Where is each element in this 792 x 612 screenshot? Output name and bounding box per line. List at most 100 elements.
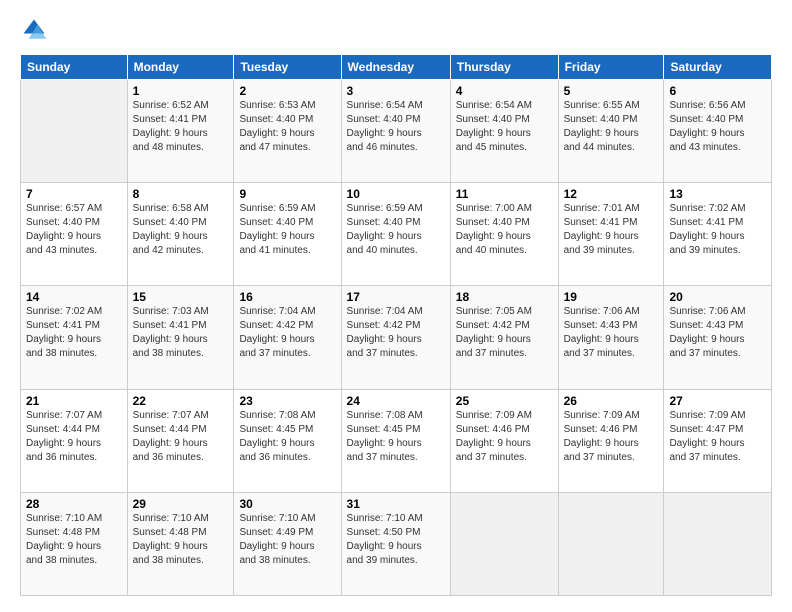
day-number: 20: [669, 290, 766, 304]
day-number: 19: [564, 290, 659, 304]
day-number: 11: [456, 187, 553, 201]
day-info: Sunrise: 7:04 AM Sunset: 4:42 PM Dayligh…: [239, 305, 335, 361]
day-info: Sunrise: 7:10 AM Sunset: 4:48 PM Dayligh…: [26, 512, 122, 568]
day-info: Sunrise: 6:52 AM Sunset: 4:41 PM Dayligh…: [133, 99, 229, 155]
day-cell: 7Sunrise: 6:57 AM Sunset: 4:40 PM Daylig…: [21, 183, 128, 286]
day-cell: 5Sunrise: 6:55 AM Sunset: 4:40 PM Daylig…: [558, 80, 664, 183]
day-cell: 30Sunrise: 7:10 AM Sunset: 4:49 PM Dayli…: [234, 492, 341, 595]
day-cell: 19Sunrise: 7:06 AM Sunset: 4:43 PM Dayli…: [558, 286, 664, 389]
day-cell: 24Sunrise: 7:08 AM Sunset: 4:45 PM Dayli…: [341, 389, 450, 492]
day-cell: [450, 492, 558, 595]
day-cell: 28Sunrise: 7:10 AM Sunset: 4:48 PM Dayli…: [21, 492, 128, 595]
day-cell: 26Sunrise: 7:09 AM Sunset: 4:46 PM Dayli…: [558, 389, 664, 492]
day-cell: 9Sunrise: 6:59 AM Sunset: 4:40 PM Daylig…: [234, 183, 341, 286]
day-info: Sunrise: 7:06 AM Sunset: 4:43 PM Dayligh…: [564, 305, 659, 361]
weekday-header-thursday: Thursday: [450, 55, 558, 80]
week-row-1: 1Sunrise: 6:52 AM Sunset: 4:41 PM Daylig…: [21, 80, 772, 183]
weekday-header-wednesday: Wednesday: [341, 55, 450, 80]
day-cell: 13Sunrise: 7:02 AM Sunset: 4:41 PM Dayli…: [664, 183, 772, 286]
day-info: Sunrise: 6:59 AM Sunset: 4:40 PM Dayligh…: [239, 202, 335, 258]
day-cell: [664, 492, 772, 595]
day-number: 30: [239, 497, 335, 511]
logo-icon: [20, 16, 48, 44]
page: SundayMondayTuesdayWednesdayThursdayFrid…: [0, 0, 792, 612]
day-number: 12: [564, 187, 659, 201]
day-number: 21: [26, 394, 122, 408]
day-cell: 12Sunrise: 7:01 AM Sunset: 4:41 PM Dayli…: [558, 183, 664, 286]
day-cell: 23Sunrise: 7:08 AM Sunset: 4:45 PM Dayli…: [234, 389, 341, 492]
day-info: Sunrise: 6:58 AM Sunset: 4:40 PM Dayligh…: [133, 202, 229, 258]
day-cell: 4Sunrise: 6:54 AM Sunset: 4:40 PM Daylig…: [450, 80, 558, 183]
day-info: Sunrise: 7:09 AM Sunset: 4:47 PM Dayligh…: [669, 409, 766, 465]
day-number: 18: [456, 290, 553, 304]
day-info: Sunrise: 7:06 AM Sunset: 4:43 PM Dayligh…: [669, 305, 766, 361]
day-info: Sunrise: 7:10 AM Sunset: 4:48 PM Dayligh…: [133, 512, 229, 568]
day-info: Sunrise: 7:05 AM Sunset: 4:42 PM Dayligh…: [456, 305, 553, 361]
day-cell: 18Sunrise: 7:05 AM Sunset: 4:42 PM Dayli…: [450, 286, 558, 389]
day-number: 15: [133, 290, 229, 304]
day-number: 6: [669, 84, 766, 98]
logo: [20, 16, 52, 44]
day-number: 29: [133, 497, 229, 511]
day-info: Sunrise: 7:00 AM Sunset: 4:40 PM Dayligh…: [456, 202, 553, 258]
day-info: Sunrise: 6:57 AM Sunset: 4:40 PM Dayligh…: [26, 202, 122, 258]
day-cell: 29Sunrise: 7:10 AM Sunset: 4:48 PM Dayli…: [127, 492, 234, 595]
day-cell: 16Sunrise: 7:04 AM Sunset: 4:42 PM Dayli…: [234, 286, 341, 389]
day-cell: 15Sunrise: 7:03 AM Sunset: 4:41 PM Dayli…: [127, 286, 234, 389]
day-cell: 10Sunrise: 6:59 AM Sunset: 4:40 PM Dayli…: [341, 183, 450, 286]
week-row-5: 28Sunrise: 7:10 AM Sunset: 4:48 PM Dayli…: [21, 492, 772, 595]
day-info: Sunrise: 7:08 AM Sunset: 4:45 PM Dayligh…: [239, 409, 335, 465]
day-cell: 3Sunrise: 6:54 AM Sunset: 4:40 PM Daylig…: [341, 80, 450, 183]
day-number: 26: [564, 394, 659, 408]
day-info: Sunrise: 7:02 AM Sunset: 4:41 PM Dayligh…: [669, 202, 766, 258]
day-cell: 11Sunrise: 7:00 AM Sunset: 4:40 PM Dayli…: [450, 183, 558, 286]
day-cell: 20Sunrise: 7:06 AM Sunset: 4:43 PM Dayli…: [664, 286, 772, 389]
weekday-header-monday: Monday: [127, 55, 234, 80]
day-number: 28: [26, 497, 122, 511]
day-number: 5: [564, 84, 659, 98]
weekday-header-saturday: Saturday: [664, 55, 772, 80]
day-number: 22: [133, 394, 229, 408]
day-cell: 6Sunrise: 6:56 AM Sunset: 4:40 PM Daylig…: [664, 80, 772, 183]
day-number: 31: [347, 497, 445, 511]
day-number: 3: [347, 84, 445, 98]
day-info: Sunrise: 7:07 AM Sunset: 4:44 PM Dayligh…: [133, 409, 229, 465]
day-info: Sunrise: 7:10 AM Sunset: 4:50 PM Dayligh…: [347, 512, 445, 568]
day-number: 4: [456, 84, 553, 98]
day-info: Sunrise: 7:01 AM Sunset: 4:41 PM Dayligh…: [564, 202, 659, 258]
day-info: Sunrise: 6:53 AM Sunset: 4:40 PM Dayligh…: [239, 99, 335, 155]
day-number: 24: [347, 394, 445, 408]
day-cell: 21Sunrise: 7:07 AM Sunset: 4:44 PM Dayli…: [21, 389, 128, 492]
week-row-2: 7Sunrise: 6:57 AM Sunset: 4:40 PM Daylig…: [21, 183, 772, 286]
day-info: Sunrise: 7:07 AM Sunset: 4:44 PM Dayligh…: [26, 409, 122, 465]
day-number: 2: [239, 84, 335, 98]
day-cell: 14Sunrise: 7:02 AM Sunset: 4:41 PM Dayli…: [21, 286, 128, 389]
day-number: 27: [669, 394, 766, 408]
day-info: Sunrise: 6:56 AM Sunset: 4:40 PM Dayligh…: [669, 99, 766, 155]
day-info: Sunrise: 7:09 AM Sunset: 4:46 PM Dayligh…: [456, 409, 553, 465]
day-number: 23: [239, 394, 335, 408]
day-number: 10: [347, 187, 445, 201]
day-info: Sunrise: 7:03 AM Sunset: 4:41 PM Dayligh…: [133, 305, 229, 361]
day-cell: [558, 492, 664, 595]
day-info: Sunrise: 6:54 AM Sunset: 4:40 PM Dayligh…: [347, 99, 445, 155]
day-info: Sunrise: 7:04 AM Sunset: 4:42 PM Dayligh…: [347, 305, 445, 361]
weekday-header-sunday: Sunday: [21, 55, 128, 80]
day-cell: 1Sunrise: 6:52 AM Sunset: 4:41 PM Daylig…: [127, 80, 234, 183]
weekday-header-tuesday: Tuesday: [234, 55, 341, 80]
day-cell: 8Sunrise: 6:58 AM Sunset: 4:40 PM Daylig…: [127, 183, 234, 286]
week-row-3: 14Sunrise: 7:02 AM Sunset: 4:41 PM Dayli…: [21, 286, 772, 389]
day-cell: [21, 80, 128, 183]
day-cell: 27Sunrise: 7:09 AM Sunset: 4:47 PM Dayli…: [664, 389, 772, 492]
day-number: 1: [133, 84, 229, 98]
week-row-4: 21Sunrise: 7:07 AM Sunset: 4:44 PM Dayli…: [21, 389, 772, 492]
day-cell: 2Sunrise: 6:53 AM Sunset: 4:40 PM Daylig…: [234, 80, 341, 183]
day-cell: 25Sunrise: 7:09 AM Sunset: 4:46 PM Dayli…: [450, 389, 558, 492]
day-cell: 17Sunrise: 7:04 AM Sunset: 4:42 PM Dayli…: [341, 286, 450, 389]
calendar: SundayMondayTuesdayWednesdayThursdayFrid…: [20, 54, 772, 596]
day-cell: 31Sunrise: 7:10 AM Sunset: 4:50 PM Dayli…: [341, 492, 450, 595]
day-number: 14: [26, 290, 122, 304]
day-number: 7: [26, 187, 122, 201]
day-info: Sunrise: 6:55 AM Sunset: 4:40 PM Dayligh…: [564, 99, 659, 155]
day-number: 16: [239, 290, 335, 304]
